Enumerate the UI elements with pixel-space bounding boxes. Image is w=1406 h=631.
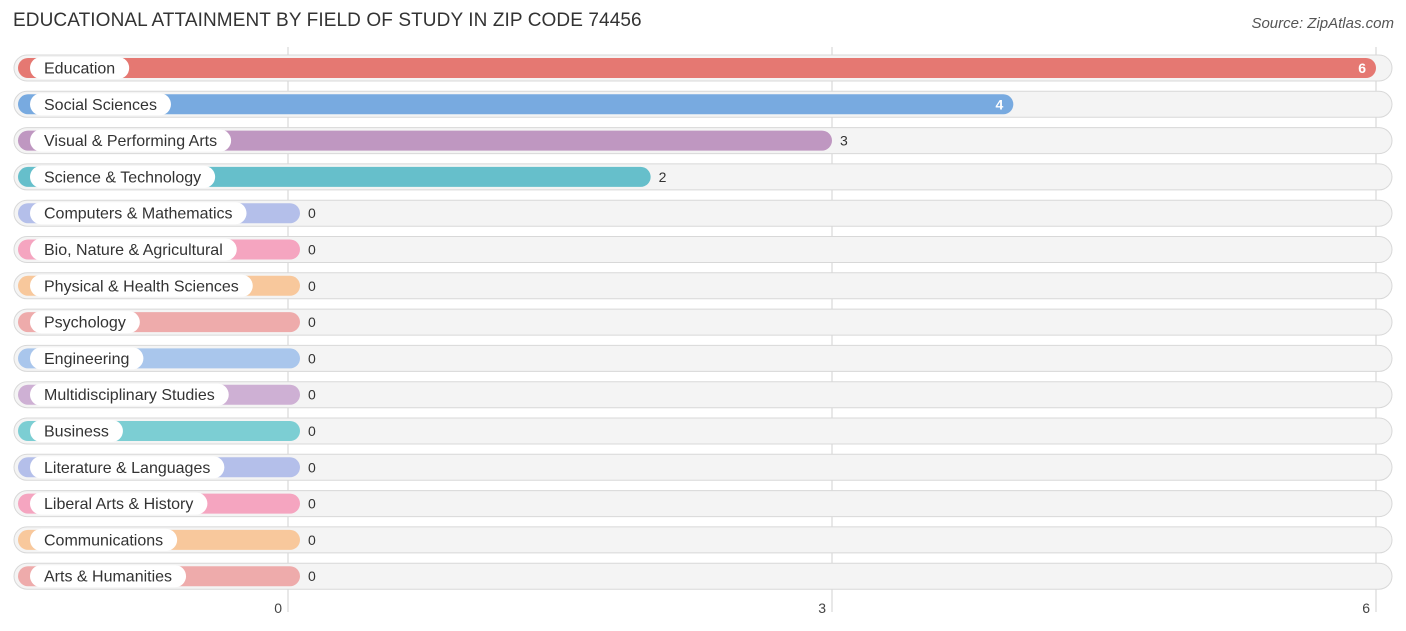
x-tick-label: 0 <box>274 600 282 616</box>
value-label: 0 <box>308 278 316 294</box>
value-label: 0 <box>308 532 316 548</box>
value-label: 0 <box>308 350 316 366</box>
value-label: 0 <box>308 205 316 221</box>
category-label: Visual & Performing Arts <box>44 133 217 150</box>
category-label: Computers & Mathematics <box>44 206 233 223</box>
value-label: 0 <box>308 568 316 584</box>
category-label: Arts & Humanities <box>44 569 172 586</box>
category-label: Psychology <box>44 315 126 332</box>
value-label: 0 <box>308 387 316 403</box>
category-label: Liberal Arts & History <box>44 496 193 513</box>
value-label: 3 <box>840 133 848 149</box>
value-label: 0 <box>308 242 316 258</box>
value-label: 0 <box>308 496 316 512</box>
category-label: Science & Technology <box>44 169 201 186</box>
x-tick-label: 3 <box>818 600 826 616</box>
value-label: 6 <box>1358 60 1366 76</box>
value-label: 0 <box>308 423 316 439</box>
value-label: 0 <box>308 459 316 475</box>
category-label: Communications <box>44 532 163 549</box>
category-label: Education <box>44 61 115 78</box>
category-label: Social Sciences <box>44 97 157 114</box>
x-tick-label: 6 <box>1362 600 1370 616</box>
category-label: Business <box>44 424 109 441</box>
value-label: 0 <box>308 314 316 330</box>
value-label: 2 <box>659 169 667 185</box>
category-label: Engineering <box>44 351 129 368</box>
category-label: Physical & Health Sciences <box>44 278 239 295</box>
category-label: Bio, Nature & Agricultural <box>44 242 223 259</box>
bar <box>18 58 1376 78</box>
category-label: Literature & Languages <box>44 460 210 477</box>
bar-chart: Education 6 Social Sciences 4 Visual & Perfo… <box>13 47 1393 616</box>
value-label: 4 <box>996 96 1004 112</box>
category-label: Multidisciplinary Studies <box>44 387 215 404</box>
